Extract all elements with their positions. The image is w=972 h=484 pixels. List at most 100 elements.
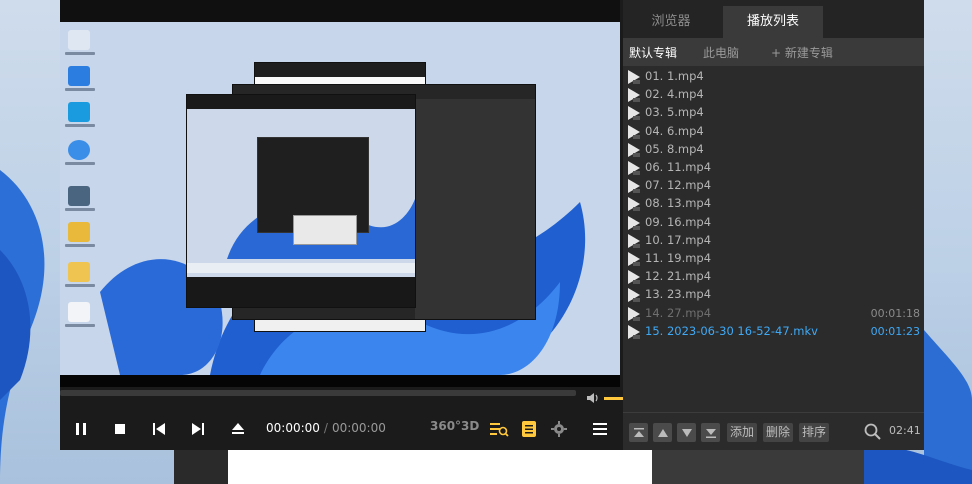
video-bottom-bar [60, 375, 620, 387]
skip-forward-icon [192, 423, 204, 435]
pause-button[interactable] [70, 418, 92, 440]
video-file-icon [628, 306, 640, 321]
video-file-icon [628, 88, 640, 103]
video-file-icon [628, 288, 640, 303]
playlist-item-label: 02. 4.mp4 [645, 87, 704, 102]
playlist-item[interactable]: 14. 27.mp4 00:01:18 [623, 305, 924, 323]
subtab-default-album[interactable]: 默认专辑 [629, 44, 677, 61]
hamburger-menu-icon [593, 423, 607, 435]
background-window-white [228, 450, 652, 484]
current-time: 00:00:00 [266, 421, 320, 435]
sort-button[interactable]: 排序 [799, 423, 830, 442]
album-tabs: 默认专辑 此电脑 + 新建专辑 [623, 38, 924, 66]
subtitle-search-button[interactable] [488, 418, 510, 440]
video-file-icon [628, 179, 640, 194]
eject-button[interactable] [227, 418, 249, 440]
subtab-new-album[interactable]: + 新建专辑 [771, 44, 833, 61]
video-file-icon [628, 124, 640, 139]
move-bottom-icon [705, 428, 716, 438]
playlist-item-label: 04. 6.mp4 [645, 123, 704, 138]
tab-browser[interactable]: 浏览器 [623, 6, 719, 38]
cloud-icon [68, 140, 90, 160]
video-file-icon [628, 142, 640, 157]
folder-icon [68, 222, 90, 242]
delete-button[interactable]: 删除 [763, 423, 794, 442]
playlist-item[interactable]: 05. 8.mp4 [623, 141, 924, 159]
playlist-item[interactable]: 09. 16.mp4 [623, 214, 924, 232]
playlist-item[interactable]: 07. 12.mp4 [623, 177, 924, 195]
video-file-icon [628, 161, 640, 175]
recycle-bin-icon [68, 30, 90, 50]
playlist-item-label: 12. 21.mp4 [645, 269, 712, 284]
playlist-item[interactable]: 15. 2023-06-30 16-52-47.mkv 00:01:23 [623, 323, 924, 341]
playlist-toolbar: 添加 删除 排序 02:41 [623, 412, 924, 450]
subtab-this-pc[interactable]: 此电脑 [703, 44, 739, 61]
playlist-item-duration: 00:01:23 [870, 324, 920, 338]
previous-button[interactable] [148, 418, 170, 440]
tab-playlist[interactable]: 播放列表 [723, 6, 823, 38]
icon-label [65, 88, 95, 91]
playlist-item[interactable]: 02. 4.mp4 [623, 86, 924, 104]
playlist-item-duration: 00:01:18 [870, 306, 920, 320]
stop-button[interactable] [109, 418, 131, 440]
vr-360-button[interactable]: 360° [430, 419, 461, 433]
time-display: 00:00:00/00:00:00 [266, 421, 386, 435]
total-time: 00:00:00 [331, 421, 386, 435]
playlist-panel: 浏览器 播放列表 默认专辑 此电脑 + 新建专辑 01. 1.mp4 02. 4.… [623, 0, 924, 450]
volume-icon[interactable] [586, 392, 600, 404]
playlist-toggle-button[interactable] [518, 418, 540, 440]
add-button[interactable]: 添加 [727, 423, 758, 442]
move-top-icon [633, 427, 644, 437]
playlist-item[interactable]: 06. 11.mp4 [623, 159, 924, 177]
playlist-item-label: 09. 16.mp4 [645, 214, 712, 229]
playlist-item-label: 15. 2023-06-30 16-52-47.mkv [645, 323, 818, 338]
playlist-item-label: 08. 13.mp4 [645, 196, 712, 211]
time-separator: / [323, 421, 328, 435]
move-bottom-button[interactable] [701, 423, 720, 442]
video-file-icon [628, 215, 640, 230]
move-up-button[interactable] [653, 423, 672, 442]
3d-button[interactable]: 3D [461, 419, 479, 433]
move-top-button[interactable] [629, 423, 648, 442]
search-icon[interactable] [863, 422, 883, 442]
video-top-bar [60, 0, 620, 22]
playlist-item[interactable]: 12. 21.mp4 [623, 268, 924, 286]
playlist-item[interactable]: 08. 13.mp4 [623, 195, 924, 213]
skip-back-icon [153, 423, 165, 435]
computer-icon [68, 186, 90, 206]
playlist-icon [522, 421, 536, 437]
playlist-item[interactable]: 03. 5.mp4 [623, 104, 924, 122]
background-window-dark [174, 450, 228, 484]
browser-icon [68, 102, 90, 122]
icon-label [65, 52, 95, 55]
playlist-item-label: 01. 1.mp4 [645, 69, 704, 83]
playlist-item[interactable]: 01. 1.mp4 [623, 68, 924, 86]
video-file-icon [628, 324, 640, 339]
icon-label [65, 244, 95, 247]
pause-icon [76, 423, 86, 435]
video-file-icon [628, 197, 640, 212]
stop-icon [115, 424, 125, 434]
settings-button[interactable] [548, 418, 570, 440]
icon-label [65, 208, 95, 211]
video-file-icon [628, 252, 640, 266]
playlist-item[interactable]: 11. 19.mp4 [623, 250, 924, 268]
next-button[interactable] [187, 418, 209, 440]
gear-icon [551, 421, 567, 437]
seek-bar[interactable] [60, 390, 576, 396]
move-down-icon [681, 428, 692, 437]
playlist-item-label: 11. 19.mp4 [645, 251, 712, 265]
playlist-item[interactable]: 13. 23.mp4 [623, 286, 924, 304]
playlist-item[interactable]: 04. 6.mp4 [623, 123, 924, 141]
video-file-icon [628, 233, 640, 248]
playlist-item-label: 03. 5.mp4 [645, 105, 704, 120]
move-down-button[interactable] [677, 423, 696, 442]
menu-button[interactable] [589, 418, 611, 440]
video-area[interactable] [60, 22, 620, 375]
playlist-item-label: 07. 12.mp4 [645, 178, 712, 193]
icon-label [65, 284, 95, 287]
playlist: 01. 1.mp4 02. 4.mp4 03. 5.mp4 04. 6.mp4 05. … [623, 68, 924, 348]
playlist-item[interactable]: 10. 17.mp4 [623, 232, 924, 250]
eject-icon [232, 423, 244, 434]
playlist-item-label: 05. 8.mp4 [645, 141, 704, 156]
